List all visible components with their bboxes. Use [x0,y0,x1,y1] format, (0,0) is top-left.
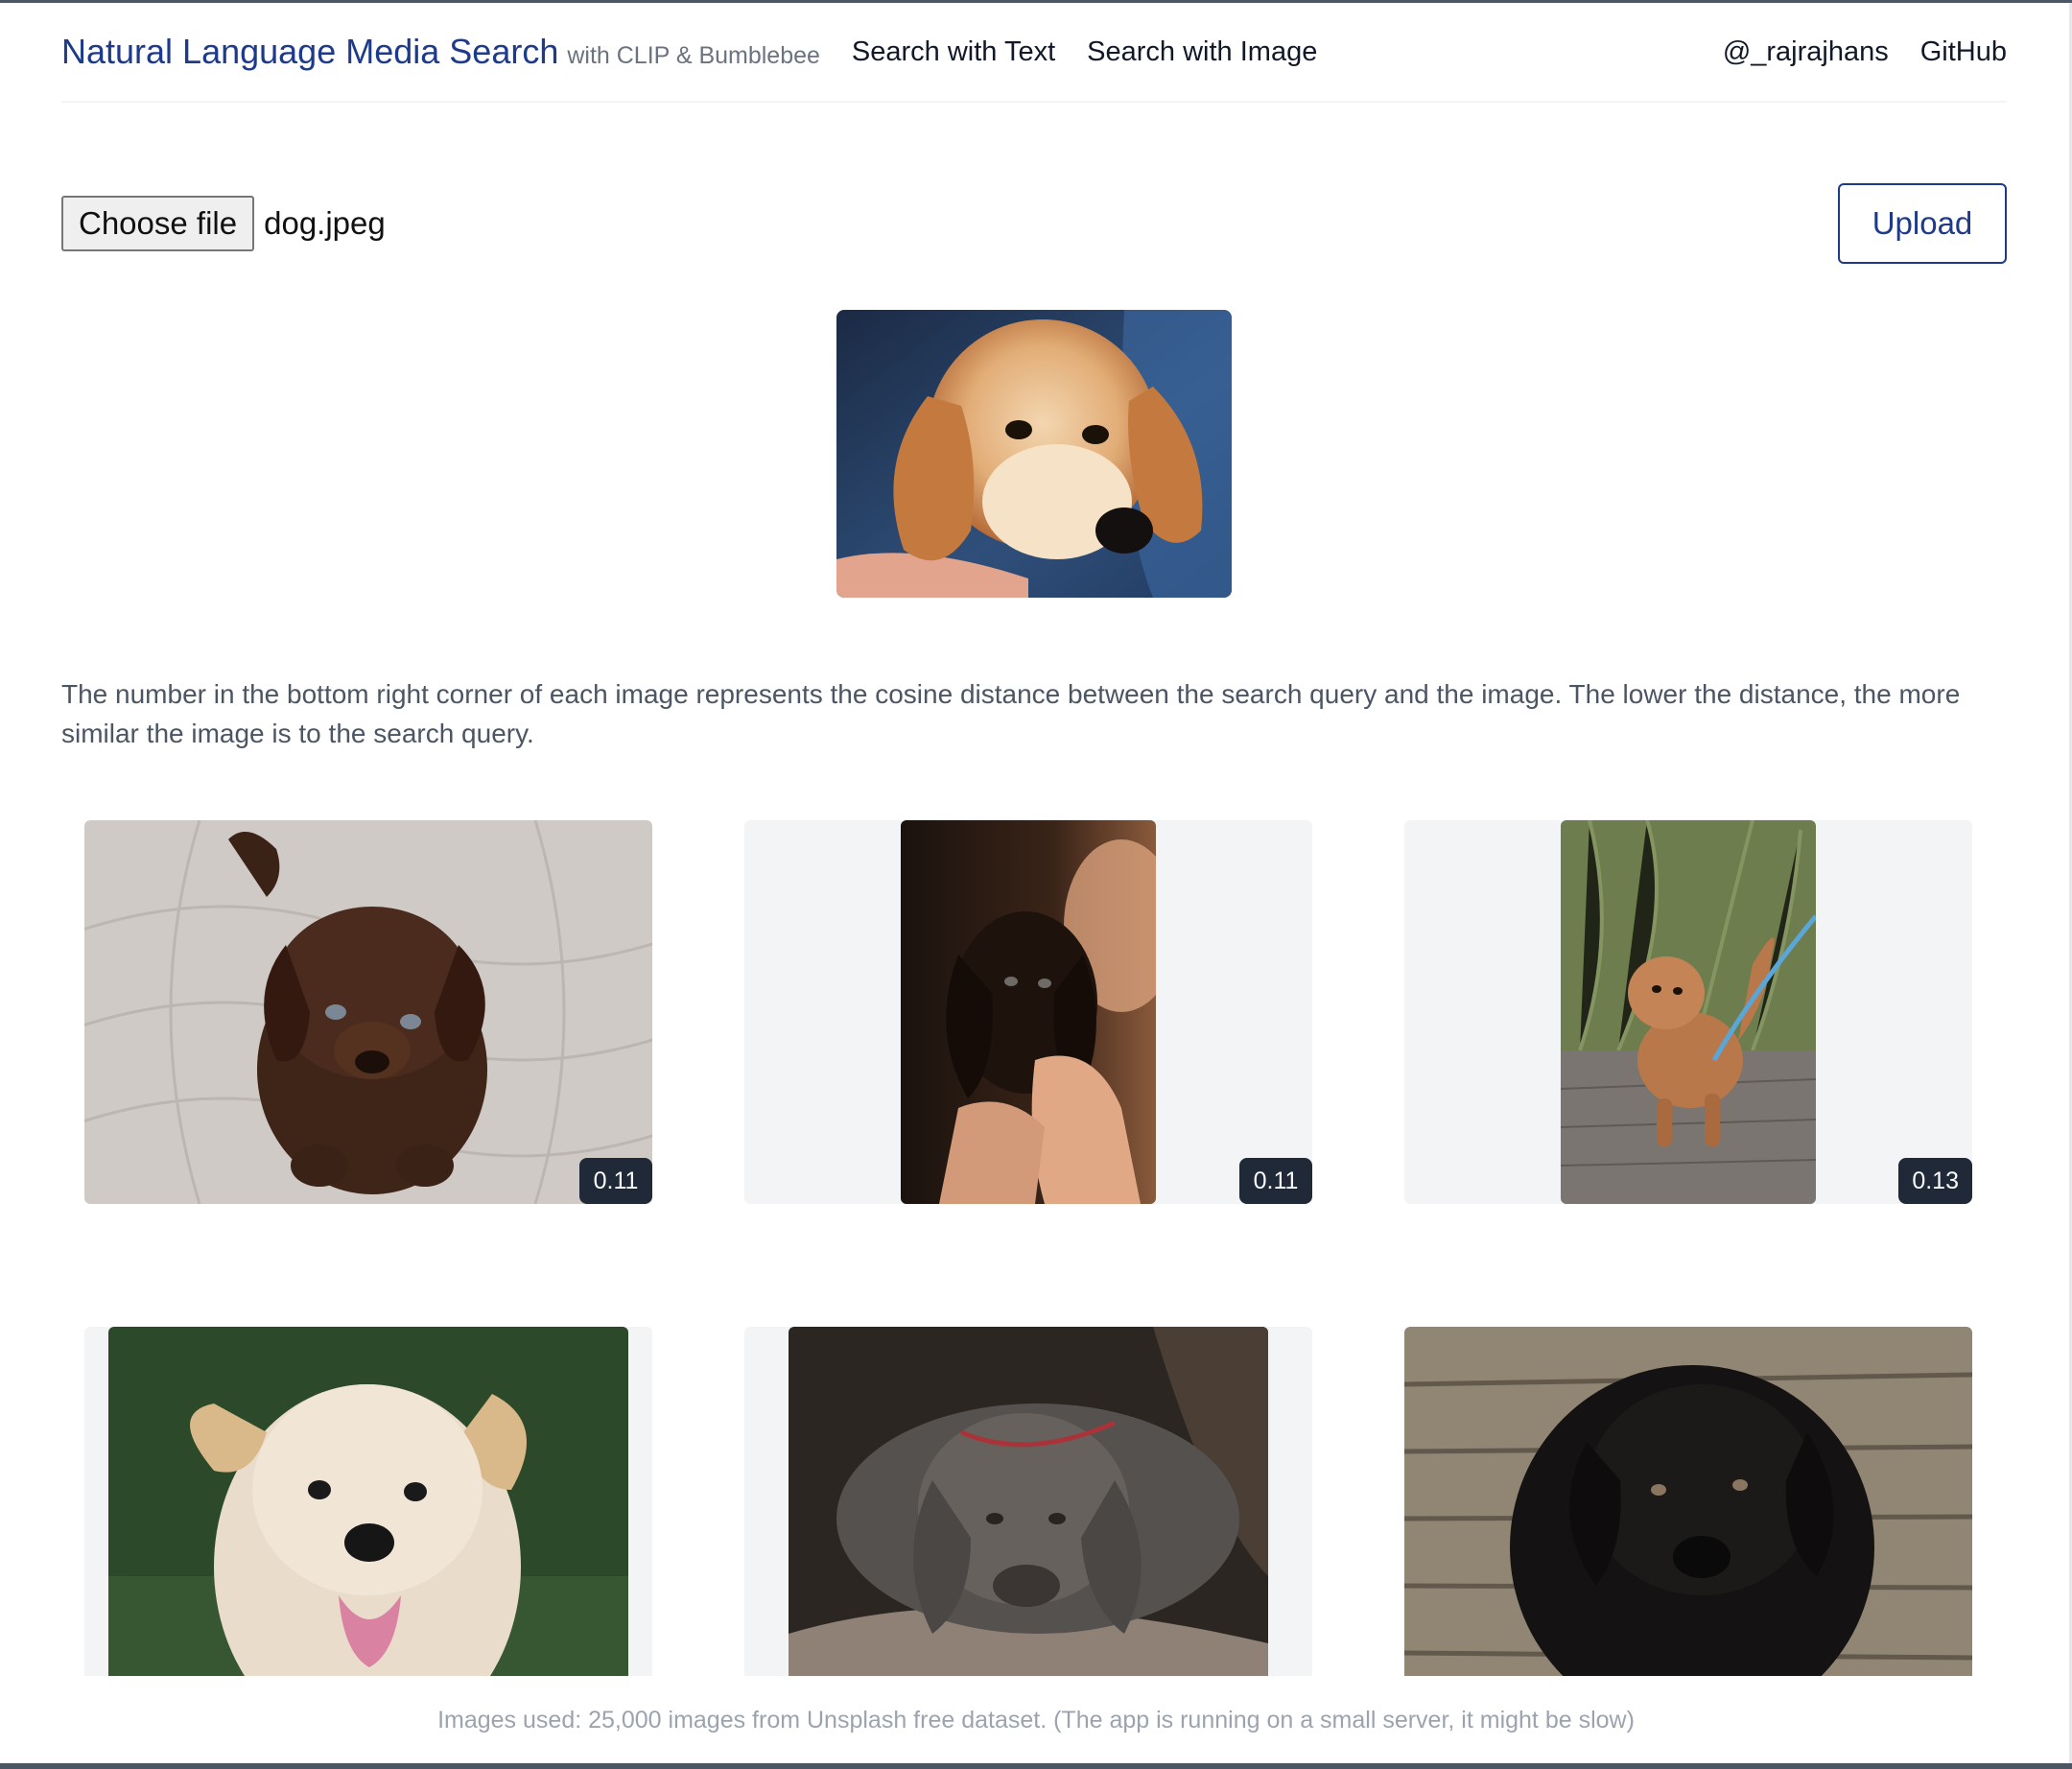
result-image [108,1327,628,1676]
result-card[interactable]: 0.11 [744,820,1312,1204]
result-image [789,1327,1268,1676]
black-lab-puppy-graphic [1404,1327,1972,1676]
choose-file-button[interactable]: Choose file [61,196,255,251]
nav-search-with-image[interactable]: Search with Image [1087,36,1317,68]
result-image [1561,820,1816,1204]
right-nav: @_rajrajhans GitHub [1691,36,2007,68]
main-nav: Search with Text Search with Image [852,36,1349,68]
brand[interactable]: Natural Language Media Search with CLIP … [61,32,820,72]
brand-title[interactable]: Natural Language Media Search [61,32,558,72]
poodle-puppy-leash-graphic [1561,820,1816,1204]
footer-note: Images used: 25,000 images from Unsplash… [437,1707,1635,1734]
chocolate-puppy-graphic [84,820,652,1204]
nav-search-with-text[interactable]: Search with Text [852,36,1055,68]
results-grid: 0.11 0.11 0.13 [84,820,1972,1676]
result-card[interactable] [744,1327,1312,1676]
selected-file-name: dog.jpeg [264,205,386,241]
distance-badge: 0.11 [1239,1158,1312,1204]
result-card[interactable]: 0.13 [1404,820,1972,1204]
distance-badge: 0.13 [1898,1158,1972,1204]
result-image [901,820,1156,1204]
top-navbar: Natural Language Media Search with CLIP … [61,3,2007,103]
upload-button[interactable]: Upload [1838,183,2007,264]
cream-puppy-tongue-graphic [108,1327,628,1676]
result-image [1404,1327,1972,1676]
distance-explanation: The number in the bottom right corner of… [61,679,1961,748]
twitter-handle-link[interactable]: @_rajrajhans [1723,36,1889,68]
result-card[interactable]: 0.11 [84,820,652,1204]
weimaraner-puppy-graphic [789,1327,1268,1676]
upload-form: Choose file dog.jpeg Upload [61,183,2007,264]
page: Natural Language Media Search with CLIP … [0,0,2072,1769]
window-bottom-edge [0,1763,2072,1769]
main-container: Natural Language Media Search with CLIP … [61,3,2007,748]
result-card[interactable] [84,1327,652,1676]
result-card[interactable] [1404,1327,1972,1676]
query-image-graphic [836,310,1232,598]
distance-badge: 0.11 [579,1158,652,1204]
result-image [84,820,652,1204]
black-spaniel-puppy-graphic [901,820,1156,1204]
brand-subtitle: with CLIP & Bumblebee [567,42,820,69]
github-link[interactable]: GitHub [1920,36,2007,68]
query-image [836,310,1232,598]
